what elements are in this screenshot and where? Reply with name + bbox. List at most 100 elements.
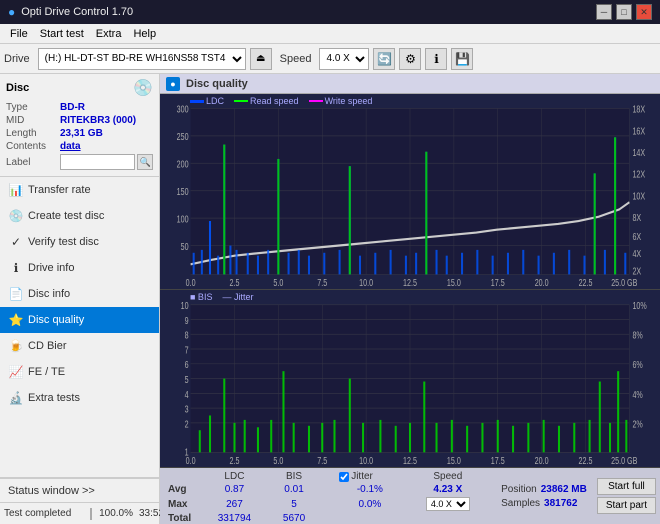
sidebar-item-extra-tests[interactable]: 🔬 Extra tests <box>0 385 159 411</box>
sidebar-label-extra-tests: Extra tests <box>28 392 80 404</box>
svg-text:5.0: 5.0 <box>273 277 283 289</box>
svg-text:7.5: 7.5 <box>317 455 327 467</box>
avg-label: Avg <box>164 483 200 496</box>
sidebar-item-transfer-rate[interactable]: 📊 Transfer rate <box>0 177 159 203</box>
disc-quality-title: Disc quality <box>186 78 248 90</box>
drive-select[interactable]: (H:) HL-DT-ST BD-RE WH16NS58 TST4 <box>38 48 246 70</box>
col-header-jitter: Jitter <box>335 470 404 483</box>
svg-text:22.5: 22.5 <box>579 277 593 289</box>
verify-test-disc-icon: ✓ <box>8 234 24 250</box>
bis-legend-label: ■ BIS <box>190 292 212 302</box>
drive-label: Drive <box>4 53 30 65</box>
svg-text:4X: 4X <box>632 248 641 260</box>
speed-select[interactable]: 4.0 X <box>319 48 369 70</box>
status-window-button[interactable]: Status window >> <box>0 478 159 502</box>
col-header-bis: BIS <box>269 470 319 483</box>
sidebar-item-create-test-disc[interactable]: 💿 Create test disc <box>0 203 159 229</box>
length-label: Length <box>6 128 60 139</box>
sidebar-bottom: Status window >> Test completed 100.0% 3… <box>0 477 159 524</box>
speed-dropdown-select[interactable]: 4.0 X <box>426 497 470 511</box>
legend-write: Write speed <box>309 96 373 106</box>
position-samples: Position 23862 MB Samples 381762 <box>501 470 587 522</box>
menu-help[interactable]: Help <box>127 27 162 41</box>
svg-text:18X: 18X <box>632 104 645 116</box>
svg-text:14X: 14X <box>632 147 645 159</box>
stats-panel: LDC BIS Jitter Speed <box>160 468 660 524</box>
speed-label: Speed <box>280 53 312 65</box>
svg-text:15.0: 15.0 <box>447 277 461 289</box>
avg-jitter: -0.1% <box>335 483 404 496</box>
info-button[interactable]: ℹ <box>425 48 447 70</box>
menu-start-test[interactable]: Start test <box>34 27 90 41</box>
lower-chart-svg: 10 9 8 7 6 5 4 3 2 1 10% 8% 6% 4% 2% <box>160 290 660 467</box>
disc-panel: Disc 💿 Type BD-R MID RITEKBR3 (000) Leng… <box>0 74 159 177</box>
disc-info-icon: 📄 <box>8 286 24 302</box>
samples-value: 381762 <box>544 498 577 509</box>
extra-tests-icon: 🔬 <box>8 390 24 406</box>
refresh-button[interactable]: 🔄 <box>373 48 395 70</box>
svg-text:2.5: 2.5 <box>230 455 240 467</box>
total-label: Total <box>164 512 200 524</box>
svg-text:2%: 2% <box>632 418 642 430</box>
svg-text:10.0: 10.0 <box>359 277 373 289</box>
stats-table: LDC BIS Jitter Speed <box>164 470 491 522</box>
drive-toolbar: Drive (H:) HL-DT-ST BD-RE WH16NS58 TST4 … <box>0 44 660 74</box>
eject-button[interactable]: ⏏ <box>250 48 272 70</box>
stats-row-total: Total 331794 5670 <box>164 512 491 524</box>
svg-text:10X: 10X <box>632 190 645 202</box>
lower-chart: ■ BIS ― Jitter <box>160 290 660 468</box>
lower-chart-legend: ■ BIS ― Jitter <box>190 292 253 302</box>
ldc-color-swatch <box>190 100 204 103</box>
svg-text:8X: 8X <box>632 212 641 224</box>
menu-extra[interactable]: Extra <box>90 27 128 41</box>
svg-text:6X: 6X <box>632 231 641 243</box>
sidebar-item-fe-te[interactable]: 📈 FE / TE <box>0 359 159 385</box>
label-search-button[interactable]: 🔍 <box>137 154 153 170</box>
label-input[interactable] <box>60 154 135 170</box>
svg-text:4%: 4% <box>632 388 642 400</box>
status-window-label: Status window >> <box>8 485 95 497</box>
nav-items: 📊 Transfer rate 💿 Create test disc ✓ Ver… <box>0 177 159 477</box>
max-label: Max <box>164 496 200 512</box>
create-test-disc-icon: 💿 <box>8 208 24 224</box>
minimize-button[interactable]: ─ <box>596 4 612 20</box>
svg-text:20.0: 20.0 <box>535 455 549 467</box>
svg-text:12X: 12X <box>632 168 645 180</box>
position-row: Position 23862 MB <box>501 484 587 495</box>
cd-bier-icon: 🍺 <box>8 338 24 354</box>
sidebar-item-disc-info[interactable]: 📄 Disc info <box>0 281 159 307</box>
jitter-checkbox-label[interactable]: Jitter <box>339 471 400 482</box>
sidebar-item-drive-info[interactable]: ℹ Drive info <box>0 255 159 281</box>
svg-text:4: 4 <box>185 388 189 400</box>
length-value: 23,31 GB <box>60 128 103 139</box>
sidebar-label-verify-test-disc: Verify test disc <box>28 236 99 248</box>
svg-text:22.5: 22.5 <box>579 455 593 467</box>
start-full-button[interactable]: Start full <box>597 478 656 495</box>
read-color-swatch <box>234 100 248 102</box>
sidebar-item-cd-bier[interactable]: 🍺 CD Bier <box>0 333 159 359</box>
sidebar-label-disc-quality: Disc quality <box>28 314 84 326</box>
sidebar-item-disc-quality[interactable]: ⭐ Disc quality <box>0 307 159 333</box>
start-part-button[interactable]: Start part <box>597 497 656 514</box>
maximize-button[interactable]: □ <box>616 4 632 20</box>
jitter-checkbox[interactable] <box>339 472 349 482</box>
save-button[interactable]: 💾 <box>451 48 473 70</box>
max-bis: 5 <box>269 496 319 512</box>
contents-value[interactable]: data <box>60 141 81 152</box>
svg-text:200: 200 <box>177 158 189 170</box>
progress-percent: 100.0% <box>98 508 133 519</box>
fe-te-icon: 📈 <box>8 364 24 380</box>
menu-file[interactable]: File <box>4 27 34 41</box>
svg-text:12.5: 12.5 <box>403 455 417 467</box>
close-button[interactable]: ✕ <box>636 4 652 20</box>
sidebar-label-create-test-disc: Create test disc <box>28 210 104 222</box>
legend-ldc: LDC <box>190 96 224 106</box>
mid-label: MID <box>6 115 60 126</box>
sidebar-item-verify-test-disc[interactable]: ✓ Verify test disc <box>0 229 159 255</box>
col-header-speed: Speed <box>405 470 492 483</box>
settings-button[interactable]: ⚙ <box>399 48 421 70</box>
svg-text:3: 3 <box>185 403 189 415</box>
charts-container: LDC Read speed Write speed <box>160 94 660 468</box>
position-value: 23862 MB <box>541 484 587 495</box>
svg-text:5: 5 <box>185 374 189 386</box>
